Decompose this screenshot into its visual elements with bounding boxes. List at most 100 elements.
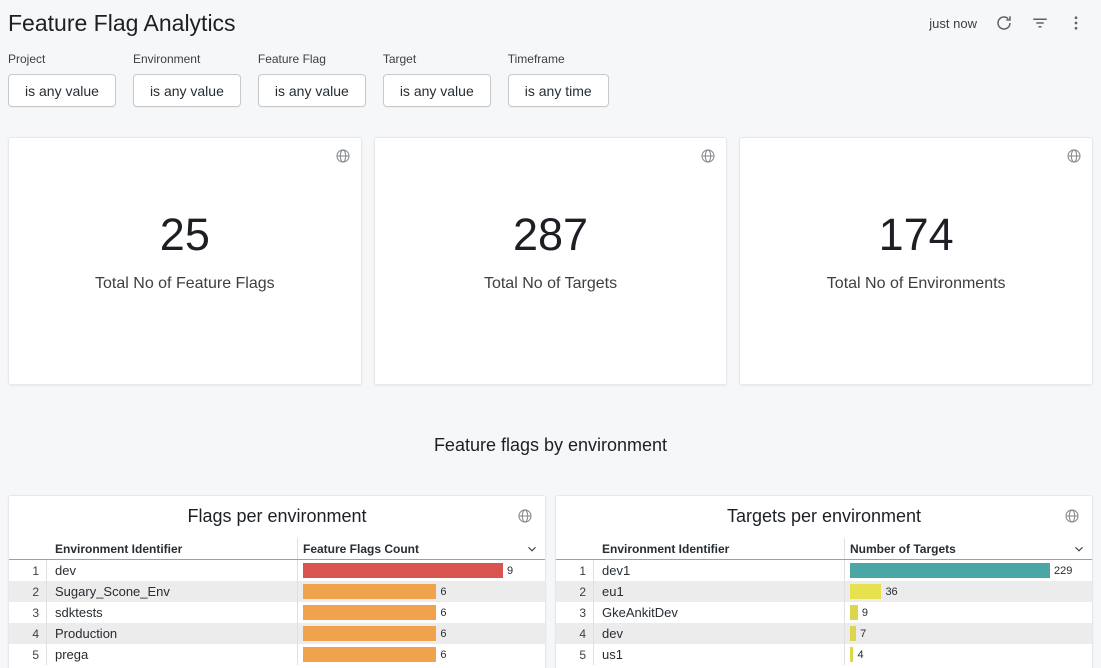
filter-bar: Project is any value Environment is any …: [0, 46, 1101, 107]
table-row[interactable]: 3GkeAnkitDev9: [556, 602, 1092, 623]
table-row[interactable]: 3sdktests 6: [9, 602, 545, 623]
bar: [850, 647, 853, 662]
row-category: Sugary_Scone_Env: [47, 581, 298, 602]
table-header-row: Environment Identifier Number of Targets: [556, 538, 1092, 560]
filter-timeframe-button[interactable]: is any time: [508, 74, 609, 107]
refresh-icon: [995, 14, 1013, 32]
column-header-environment[interactable]: Environment Identifier: [594, 538, 845, 559]
table-row[interactable]: 2eu136: [556, 581, 1092, 602]
bar: [850, 605, 858, 620]
row-bar-cell: 6: [298, 623, 545, 644]
row-category: us1: [594, 644, 845, 665]
row-category: GkeAnkitDev: [594, 602, 845, 623]
table-row[interactable]: 4Production 6: [9, 623, 545, 644]
row-bar-cell: 6: [298, 581, 545, 602]
bar-value: 6: [440, 649, 446, 661]
kpi-value: 287: [513, 212, 588, 257]
flags-table: Environment Identifier Feature Flags Cou…: [9, 538, 545, 665]
kpi-label: Total No of Environments: [827, 275, 1006, 293]
kpi-label: Total No of Targets: [484, 275, 617, 293]
filter-project-button[interactable]: is any value: [8, 74, 116, 107]
globe-icon[interactable]: [1064, 508, 1080, 529]
row-bar-cell: 7: [845, 623, 1092, 644]
bar-value: 6: [440, 607, 446, 619]
row-bar-cell: 6: [298, 644, 545, 665]
column-header-environment[interactable]: Environment Identifier: [47, 538, 298, 559]
filter-project: Project is any value: [8, 52, 116, 107]
row-index: 1: [9, 560, 47, 581]
row-category: dev1: [594, 560, 845, 581]
row-index: 4: [9, 623, 47, 644]
table-body: 1dev92Sugary_Scone_Env63sdktests64Produc…: [9, 560, 545, 665]
header-actions: just now: [929, 8, 1087, 34]
bar: [303, 605, 436, 620]
column-header-count[interactable]: Feature Flags Count: [298, 538, 545, 559]
kpi-card-feature-flags: 25 Total No of Feature Flags: [8, 137, 362, 385]
page-title: Feature Flag Analytics: [8, 8, 236, 37]
tables-row: Flags per environment Environment Identi…: [8, 495, 1093, 668]
row-category: dev: [594, 623, 845, 644]
globe-icon[interactable]: [700, 148, 716, 169]
chevron-down-icon[interactable]: [525, 542, 539, 556]
bar-value: 7: [860, 628, 866, 640]
filter-feature-flag: Feature Flag is any value: [258, 52, 366, 107]
row-index-header: [9, 538, 47, 559]
table-row[interactable]: 5prega 6: [9, 644, 545, 665]
filter-label: Target: [383, 52, 491, 66]
table-row[interactable]: 5us1 4: [556, 644, 1092, 665]
bar: [303, 584, 436, 599]
filter-target-button[interactable]: is any value: [383, 74, 491, 107]
bar-value: 229: [1054, 565, 1072, 577]
row-category: sdktests: [47, 602, 298, 623]
row-bar-cell: 4: [845, 644, 1092, 665]
row-index: 1: [556, 560, 594, 581]
globe-icon[interactable]: [1066, 148, 1082, 169]
bar: [303, 626, 436, 641]
targets-per-environment-card: Targets per environment Environment Iden…: [555, 495, 1093, 668]
kpi-card-environments: 174 Total No of Environments: [739, 137, 1093, 385]
globe-icon[interactable]: [517, 508, 533, 529]
row-index: 5: [556, 644, 594, 665]
bar: [850, 626, 856, 641]
filter-label: Project: [8, 52, 116, 66]
flags-per-environment-card: Flags per environment Environment Identi…: [8, 495, 546, 668]
table-row[interactable]: 4dev 7: [556, 623, 1092, 644]
table-row[interactable]: 2Sugary_Scone_Env6: [9, 581, 545, 602]
row-category: prega: [47, 644, 298, 665]
dashboard-filters-button[interactable]: [1029, 12, 1051, 34]
filter-label: Environment: [133, 52, 241, 66]
bar: [303, 647, 436, 662]
more-options-button[interactable]: [1065, 12, 1087, 34]
globe-icon[interactable]: [335, 148, 351, 169]
dashboard-page: Feature Flag Analytics just now: [0, 0, 1101, 668]
refresh-button[interactable]: [993, 12, 1015, 34]
table-row[interactable]: 1dev1 229: [556, 560, 1092, 581]
row-category: dev: [47, 560, 298, 581]
row-index: 3: [9, 602, 47, 623]
kpi-card-targets: 287 Total No of Targets: [374, 137, 728, 385]
table-title: Flags per environment: [187, 506, 366, 527]
row-bar-cell: 36: [845, 581, 1092, 602]
table-row[interactable]: 1dev9: [9, 560, 545, 581]
table-title-wrap: Flags per environment: [9, 506, 545, 534]
filter-feature-flag-button[interactable]: is any value: [258, 74, 366, 107]
chevron-down-icon[interactable]: [1072, 542, 1086, 556]
row-index: 5: [9, 644, 47, 665]
last-updated-label: just now: [929, 16, 977, 31]
bar-value: 9: [862, 607, 868, 619]
row-index: 4: [556, 623, 594, 644]
kebab-menu-icon: [1067, 14, 1085, 32]
filter-timeframe: Timeframe is any time: [508, 52, 609, 107]
bar-value: 6: [440, 628, 446, 640]
filter-list-icon: [1031, 14, 1049, 32]
column-header-count[interactable]: Number of Targets: [845, 538, 1092, 559]
bar-value: 36: [885, 586, 897, 598]
bar: [850, 584, 881, 599]
row-category: Production: [47, 623, 298, 644]
filter-label: Timeframe: [508, 52, 609, 66]
bar-value: 4: [857, 649, 863, 661]
filter-environment-button[interactable]: is any value: [133, 74, 241, 107]
row-index-header: [556, 538, 594, 559]
table-body: 1dev12292eu1363GkeAnkitDev94dev75us14: [556, 560, 1092, 665]
row-index: 2: [9, 581, 47, 602]
